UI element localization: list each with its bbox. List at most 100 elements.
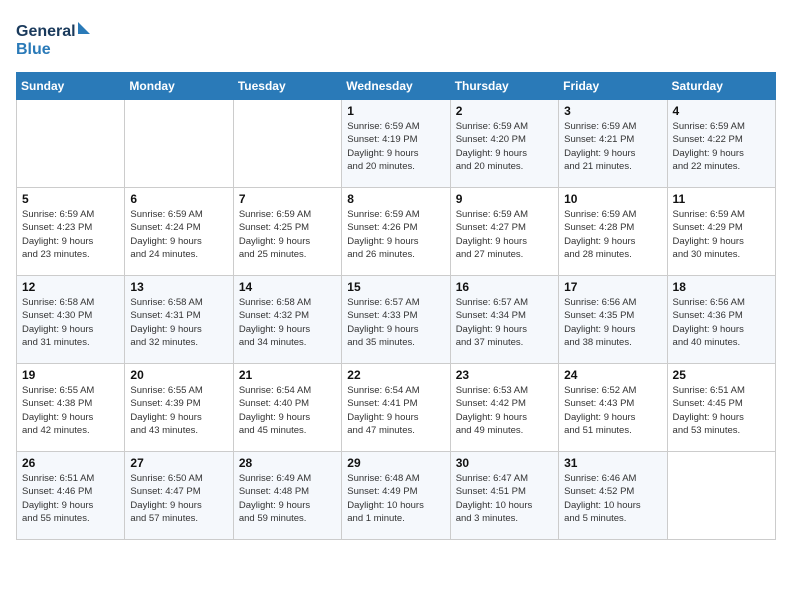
logo: General Blue — [16, 16, 96, 60]
calendar-table: SundayMondayTuesdayWednesdayThursdayFrid… — [16, 72, 776, 540]
logo-svg: General Blue — [16, 16, 96, 60]
calendar-week-row: 19Sunrise: 6:55 AM Sunset: 4:38 PM Dayli… — [17, 364, 776, 452]
calendar-week-row: 26 Sunrise: 6:51 AM Sunset: 4:46 PM Dayli… — [17, 452, 776, 540]
calendar-cell: 25 Sunrise: 6:51 AM Sunset: 4:45 PM Dayli… — [667, 364, 775, 452]
day-info: Sunrise: 6:59 AM Sunset: 4:25 PM Dayligh… — [239, 208, 336, 261]
day-number: 29 — [347, 456, 444, 470]
day-number: 17 — [564, 280, 661, 294]
calendar-cell: 23 Sunrise: 6:53 AM Sunset: 4:42 PM Dayli… — [450, 364, 558, 452]
day-number: 23 — [456, 368, 553, 382]
day-number: 13 — [130, 280, 227, 294]
calendar-cell: 12 Sunrise: 6:58 AM Sunset: 4:30 PM Dayli… — [17, 276, 125, 364]
calendar-cell: 7 Sunrise: 6:59 AM Sunset: 4:25 PM Daylig… — [233, 188, 341, 276]
calendar-week-row: 5 Sunrise: 6:59 AM Sunset: 4:23 PM Daylig… — [17, 188, 776, 276]
day-info: Sunrise: 6:59 AM Sunset: 4:20 PM Dayligh… — [456, 120, 553, 173]
day-number: 18 — [673, 280, 770, 294]
day-info: Sunrise: 6:51 AM Sunset: 4:46 PM Dayligh… — [22, 472, 119, 525]
calendar-cell: 4 Sunrise: 6:59 AM Sunset: 4:22 PM Daylig… — [667, 100, 775, 188]
day-number: 31 — [564, 456, 661, 470]
calendar-cell — [233, 100, 341, 188]
day-info: Sunrise: 6:58 AM Sunset: 4:30 PM Dayligh… — [22, 296, 119, 349]
calendar-cell: 24 Sunrise: 6:52 AM Sunset: 4:43 PM Dayli… — [559, 364, 667, 452]
calendar-cell: 15 Sunrise: 6:57 AM Sunset: 4:33 PM Dayli… — [342, 276, 450, 364]
calendar-cell: 13 Sunrise: 6:58 AM Sunset: 4:31 PM Dayli… — [125, 276, 233, 364]
day-info: Sunrise: 6:50 AM Sunset: 4:47 PM Dayligh… — [130, 472, 227, 525]
day-number: 27 — [130, 456, 227, 470]
day-number: 2 — [456, 104, 553, 118]
day-number: 5 — [22, 192, 119, 206]
calendar-cell: 21Sunrise: 6:54 AM Sunset: 4:40 PM Dayli… — [233, 364, 341, 452]
calendar-week-row: 1Sunrise: 6:59 AM Sunset: 4:19 PM Daylig… — [17, 100, 776, 188]
day-number: 9 — [456, 192, 553, 206]
day-number: 3 — [564, 104, 661, 118]
day-number: 6 — [130, 192, 227, 206]
day-number: 24 — [564, 368, 661, 382]
day-info: Sunrise: 6:58 AM Sunset: 4:31 PM Dayligh… — [130, 296, 227, 349]
calendar-cell: 9Sunrise: 6:59 AM Sunset: 4:27 PM Daylig… — [450, 188, 558, 276]
calendar-cell: 3Sunrise: 6:59 AM Sunset: 4:21 PM Daylig… — [559, 100, 667, 188]
calendar-cell: 8 Sunrise: 6:59 AM Sunset: 4:26 PM Daylig… — [342, 188, 450, 276]
day-number: 30 — [456, 456, 553, 470]
calendar-cell: 16Sunrise: 6:57 AM Sunset: 4:34 PM Dayli… — [450, 276, 558, 364]
day-info: Sunrise: 6:51 AM Sunset: 4:45 PM Dayligh… — [673, 384, 770, 437]
calendar-cell: 2 Sunrise: 6:59 AM Sunset: 4:20 PM Daylig… — [450, 100, 558, 188]
day-number: 25 — [673, 368, 770, 382]
calendar-cell — [125, 100, 233, 188]
calendar-cell: 1Sunrise: 6:59 AM Sunset: 4:19 PM Daylig… — [342, 100, 450, 188]
day-info: Sunrise: 6:59 AM Sunset: 4:23 PM Dayligh… — [22, 208, 119, 261]
day-info: Sunrise: 6:56 AM Sunset: 4:36 PM Dayligh… — [673, 296, 770, 349]
day-number: 26 — [22, 456, 119, 470]
day-number: 4 — [673, 104, 770, 118]
calendar-cell: 27 Sunrise: 6:50 AM Sunset: 4:47 PM Dayli… — [125, 452, 233, 540]
day-number: 7 — [239, 192, 336, 206]
calendar-cell: 14Sunrise: 6:58 AM Sunset: 4:32 PM Dayli… — [233, 276, 341, 364]
calendar-cell: 22 Sunrise: 6:54 AM Sunset: 4:41 PM Dayli… — [342, 364, 450, 452]
svg-text:General: General — [16, 23, 76, 40]
day-number: 20 — [130, 368, 227, 382]
calendar-cell: 26 Sunrise: 6:51 AM Sunset: 4:46 PM Dayli… — [17, 452, 125, 540]
calendar-cell: 19Sunrise: 6:55 AM Sunset: 4:38 PM Dayli… — [17, 364, 125, 452]
day-info: Sunrise: 6:59 AM Sunset: 4:28 PM Dayligh… — [564, 208, 661, 261]
day-number: 8 — [347, 192, 444, 206]
col-header-sunday: Sunday — [17, 73, 125, 100]
day-number: 28 — [239, 456, 336, 470]
calendar-cell: 30 Sunrise: 6:47 AM Sunset: 4:51 PM Dayli… — [450, 452, 558, 540]
day-number: 12 — [22, 280, 119, 294]
day-number: 15 — [347, 280, 444, 294]
day-info: Sunrise: 6:55 AM Sunset: 4:39 PM Dayligh… — [130, 384, 227, 437]
calendar-cell: 29Sunrise: 6:48 AM Sunset: 4:49 PM Dayli… — [342, 452, 450, 540]
day-info: Sunrise: 6:57 AM Sunset: 4:33 PM Dayligh… — [347, 296, 444, 349]
col-header-tuesday: Tuesday — [233, 73, 341, 100]
calendar-week-row: 12 Sunrise: 6:58 AM Sunset: 4:30 PM Dayli… — [17, 276, 776, 364]
day-number: 19 — [22, 368, 119, 382]
day-number: 1 — [347, 104, 444, 118]
day-info: Sunrise: 6:53 AM Sunset: 4:42 PM Dayligh… — [456, 384, 553, 437]
calendar-cell: 18 Sunrise: 6:56 AM Sunset: 4:36 PM Dayli… — [667, 276, 775, 364]
calendar-cell: 31 Sunrise: 6:46 AM Sunset: 4:52 PM Dayli… — [559, 452, 667, 540]
day-number: 11 — [673, 192, 770, 206]
day-number: 22 — [347, 368, 444, 382]
calendar-cell: 5 Sunrise: 6:59 AM Sunset: 4:23 PM Daylig… — [17, 188, 125, 276]
calendar-header-row: SundayMondayTuesdayWednesdayThursdayFrid… — [17, 73, 776, 100]
calendar-cell: 28 Sunrise: 6:49 AM Sunset: 4:48 PM Dayli… — [233, 452, 341, 540]
calendar-cell: 17 Sunrise: 6:56 AM Sunset: 4:35 PM Dayli… — [559, 276, 667, 364]
day-number: 10 — [564, 192, 661, 206]
day-info: Sunrise: 6:59 AM Sunset: 4:26 PM Dayligh… — [347, 208, 444, 261]
col-header-thursday: Thursday — [450, 73, 558, 100]
day-info: Sunrise: 6:56 AM Sunset: 4:35 PM Dayligh… — [564, 296, 661, 349]
day-number: 21 — [239, 368, 336, 382]
day-info: Sunrise: 6:46 AM Sunset: 4:52 PM Dayligh… — [564, 472, 661, 525]
calendar-cell: 10 Sunrise: 6:59 AM Sunset: 4:28 PM Dayli… — [559, 188, 667, 276]
svg-text:Blue: Blue — [16, 41, 51, 58]
day-info: Sunrise: 6:52 AM Sunset: 4:43 PM Dayligh… — [564, 384, 661, 437]
calendar-cell: 20 Sunrise: 6:55 AM Sunset: 4:39 PM Dayli… — [125, 364, 233, 452]
day-info: Sunrise: 6:57 AM Sunset: 4:34 PM Dayligh… — [456, 296, 553, 349]
day-info: Sunrise: 6:59 AM Sunset: 4:22 PM Dayligh… — [673, 120, 770, 173]
day-info: Sunrise: 6:49 AM Sunset: 4:48 PM Dayligh… — [239, 472, 336, 525]
day-info: Sunrise: 6:47 AM Sunset: 4:51 PM Dayligh… — [456, 472, 553, 525]
col-header-friday: Friday — [559, 73, 667, 100]
col-header-wednesday: Wednesday — [342, 73, 450, 100]
day-info: Sunrise: 6:54 AM Sunset: 4:41 PM Dayligh… — [347, 384, 444, 437]
day-info: Sunrise: 6:59 AM Sunset: 4:24 PM Dayligh… — [130, 208, 227, 261]
day-info: Sunrise: 6:58 AM Sunset: 4:32 PM Dayligh… — [239, 296, 336, 349]
